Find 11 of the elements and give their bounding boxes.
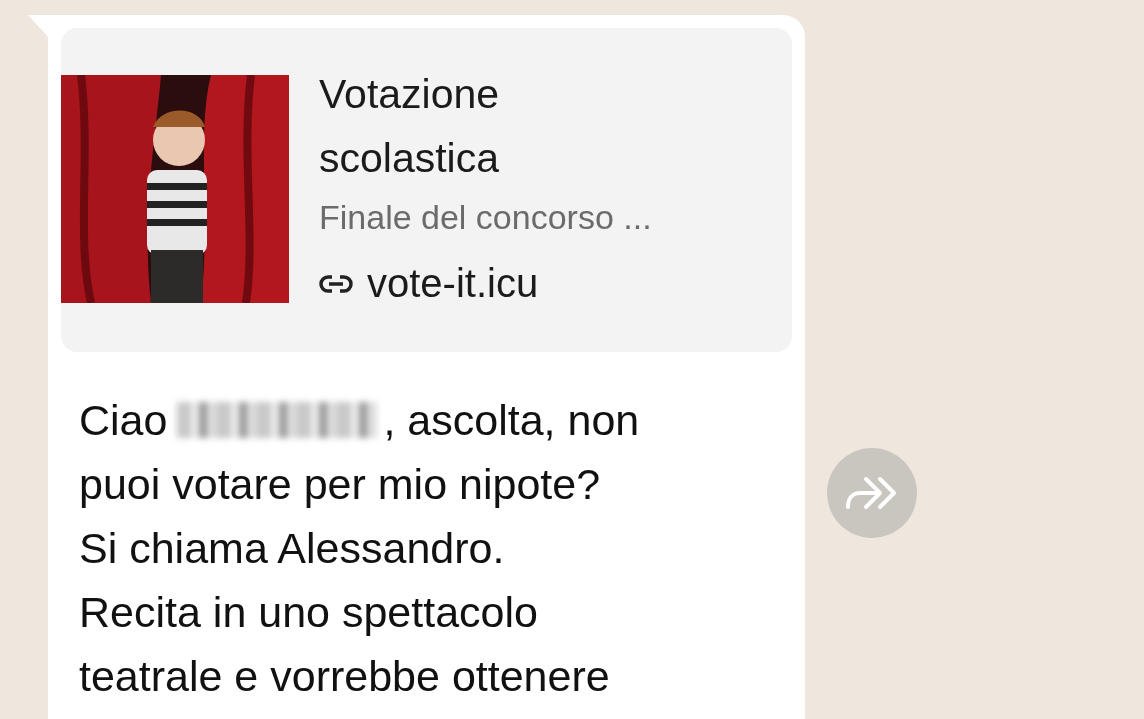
message-text: Recita in uno spettacolo <box>79 587 539 638</box>
message-text: Ciao <box>79 395 168 446</box>
link-icon <box>319 273 353 294</box>
link-title: Votazione scolastica <box>319 70 501 183</box>
link-url[interactable]: vote-it.icu <box>367 261 539 306</box>
message-text: , ascolta, non <box>383 395 640 446</box>
message-text: teatrale e vorrebbe ottenere <box>79 651 611 702</box>
message-text: puoi votare per mio nipote? <box>79 459 602 510</box>
message-text: Si chiama Alessandro. <box>79 523 506 574</box>
link-description: Finale del concorso ... <box>319 198 652 237</box>
link-preview-card[interactable]: Votazione scolastica Finale del concorso ... vote-it.icu <box>61 28 792 352</box>
